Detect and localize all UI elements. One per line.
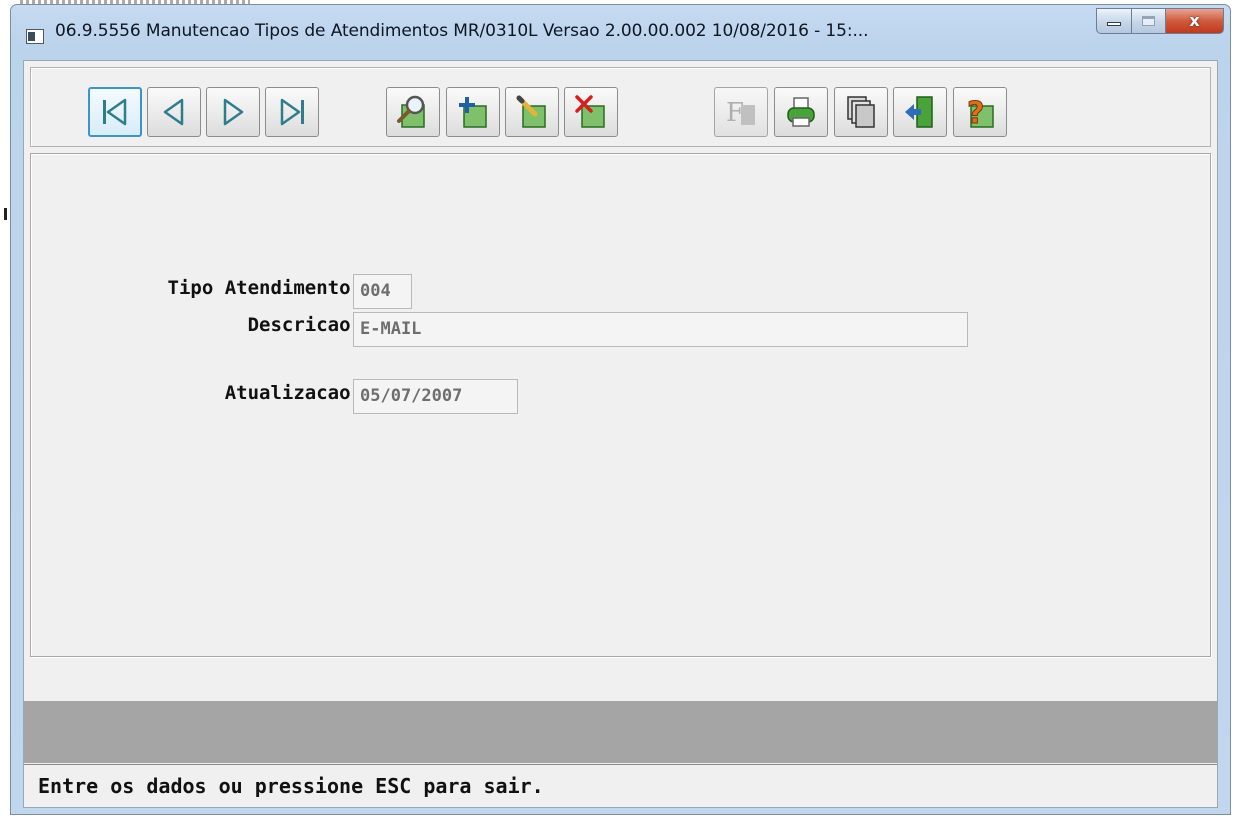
help-button[interactable]: ?: [953, 87, 1007, 137]
form-panel: Tipo Atendimento: 004 Descricao: E-MAIL …: [30, 153, 1211, 657]
minimize-button[interactable]: [1096, 8, 1132, 34]
title-bar[interactable]: 06.9.5556 Manutencao Tipos de Atendiment…: [11, 5, 1230, 55]
next-record-icon: [223, 98, 244, 126]
add-record-button[interactable]: [446, 87, 500, 137]
window-title: 06.9.5556 Manutencao Tipos de Atendiment…: [55, 21, 869, 41]
exit-button[interactable]: [893, 87, 947, 137]
window-controls: x: [1096, 8, 1224, 36]
next-record-button[interactable]: [206, 87, 260, 137]
svg-text:?: ?: [967, 96, 984, 131]
toolbar: F ?: [30, 67, 1211, 147]
window-icon[interactable]: [26, 29, 44, 44]
search-button[interactable]: [386, 87, 440, 137]
tipo-atendimento-field[interactable]: 004: [353, 274, 412, 309]
application-window: 06.9.5556 Manutencao Tipos de Atendiment…: [10, 4, 1231, 815]
descricao-label: Descricao:: [247, 314, 362, 336]
maximize-button[interactable]: [1132, 8, 1166, 34]
previous-record-icon: [163, 98, 184, 126]
maximize-icon: [1142, 16, 1155, 26]
add-record-icon: [459, 97, 487, 128]
last-record-icon: [280, 98, 304, 126]
status-message: Entre os dados ou pressione ESC para sai…: [38, 774, 544, 798]
filter-button[interactable]: F: [714, 87, 768, 137]
delete-record-button[interactable]: [564, 87, 618, 137]
first-record-button[interactable]: [88, 87, 142, 137]
help-icon: ?: [967, 96, 994, 131]
status-bar: Entre os dados ou pressione ESC para sai…: [24, 764, 1217, 807]
minimize-icon: [1107, 22, 1121, 26]
filter-icon: F: [726, 98, 755, 128]
window-client-area: F ? Tipo Atendimento: 004 Descricao: E-M…: [23, 60, 1218, 808]
close-button[interactable]: x: [1166, 8, 1224, 34]
copy-icon: [847, 96, 875, 128]
desktop-mark: [4, 208, 7, 220]
search-icon: [397, 95, 425, 128]
previous-record-button[interactable]: [147, 87, 201, 137]
last-record-button[interactable]: [265, 87, 319, 137]
edit-record-button[interactable]: [505, 87, 559, 137]
print-icon: [787, 97, 815, 127]
exit-icon: [905, 96, 933, 128]
edit-record-icon: [516, 95, 546, 128]
message-area: [24, 701, 1217, 763]
copy-button[interactable]: [834, 87, 888, 137]
atualizacao-field[interactable]: 05/07/2007: [353, 379, 518, 414]
delete-record-icon: [575, 95, 605, 128]
atualizacao-label: Atualizacao:: [224, 382, 362, 404]
print-button[interactable]: [774, 87, 828, 137]
first-record-icon: [103, 98, 127, 126]
tipo-atendimento-label: Tipo Atendimento:: [167, 277, 362, 299]
close-icon: x: [1189, 11, 1200, 30]
descricao-field[interactable]: E-MAIL: [353, 312, 968, 347]
